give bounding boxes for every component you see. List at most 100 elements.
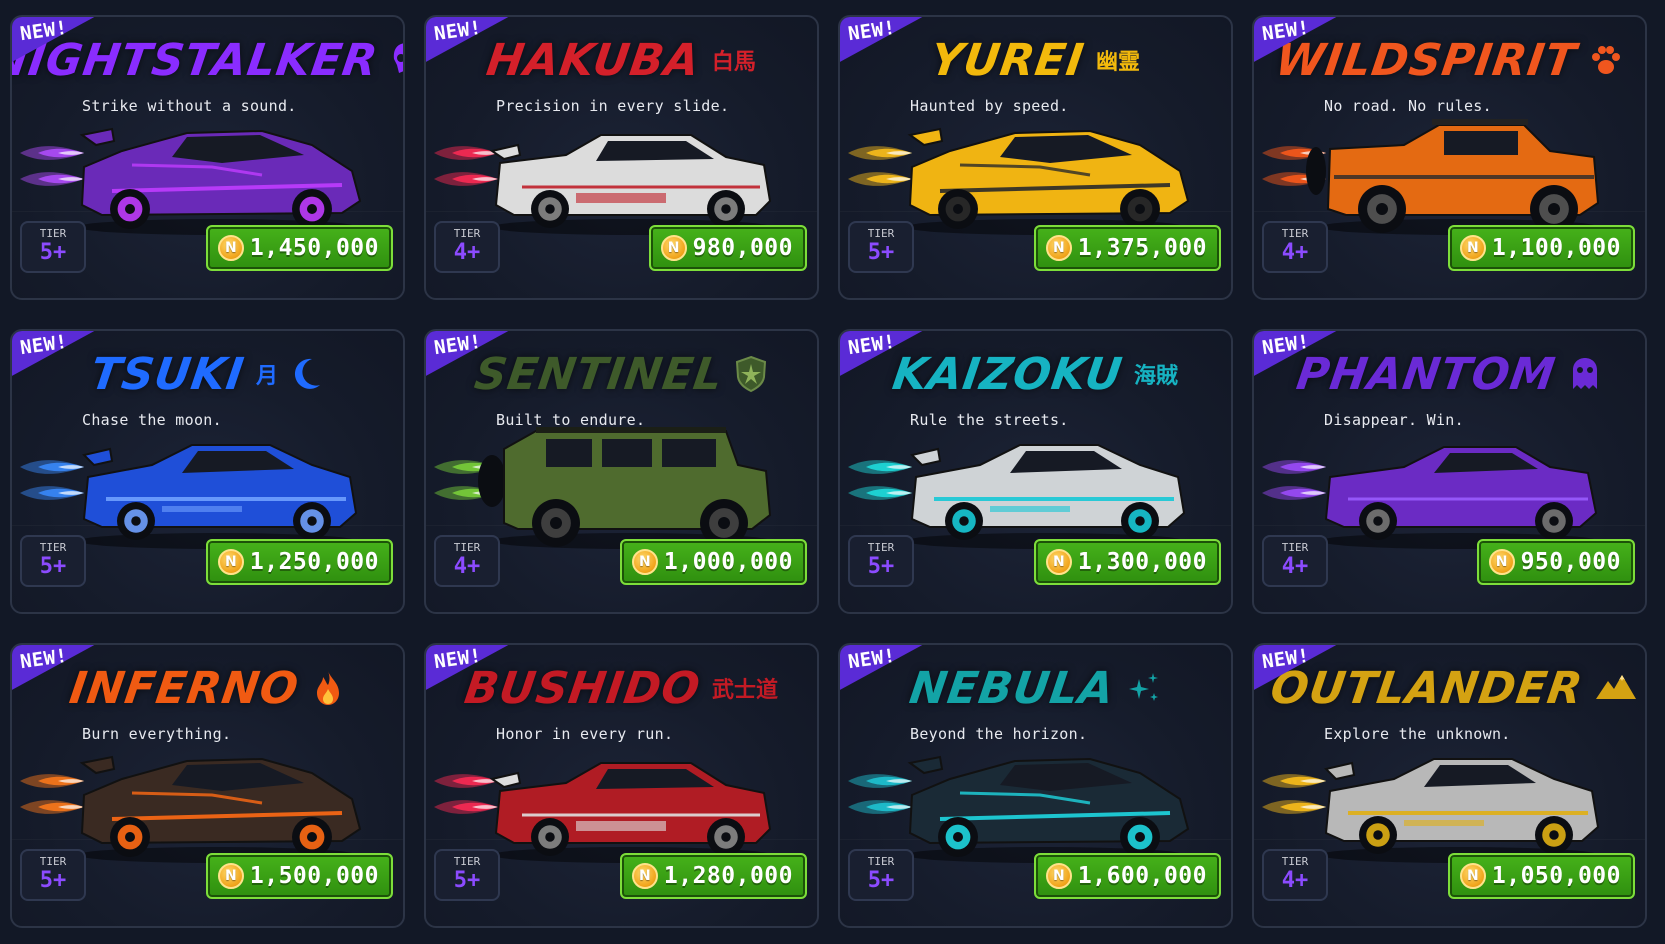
tier-label: TIER	[39, 541, 67, 554]
tier-value: 5+	[39, 240, 67, 265]
car-tagline: Precision in every slide.	[496, 97, 730, 115]
coin-icon: N	[660, 235, 687, 261]
tier-value: 4+	[453, 554, 481, 579]
car-tagline: Burn everything.	[82, 725, 232, 743]
coin-icon: N	[217, 549, 244, 575]
buy-price-button[interactable]: N 1,600,000	[1033, 853, 1221, 899]
car-card-nebula[interactable]: NEW! NEBULA Beyond the horizon. TIER 5+ …	[838, 643, 1233, 928]
coin-icon: N	[631, 863, 658, 889]
car-card-phantom[interactable]: NEW! PHANTOM Disappear. Win. TIER 4+ N 9…	[1252, 329, 1647, 614]
car-name: WILDSPIRIT	[1272, 34, 1581, 86]
car-kanji: 幽霊	[1095, 50, 1140, 75]
car-name: KAIZOKU	[889, 348, 1126, 400]
tier-box: TIER 4+	[1262, 535, 1328, 587]
coin-icon: N	[631, 549, 658, 575]
car-card-wildspirit[interactable]: NEW! WILDSPIRIT No road. No rules. TIER …	[1252, 15, 1647, 300]
coin-icon: N	[217, 235, 244, 261]
car-title-row: NEBULA	[840, 661, 1231, 715]
tier-value: 4+	[1281, 868, 1309, 893]
car-name: OUTLANDER	[1267, 662, 1586, 714]
price-value: 1,500,000	[249, 863, 379, 889]
car-card-yurei[interactable]: NEW! YUREI 幽霊 Haunted by speed. TIER 5+ …	[838, 15, 1233, 300]
tier-label: TIER	[453, 855, 481, 868]
car-title-row: HAKUBA 白馬	[426, 33, 817, 87]
tier-box: TIER 4+	[1262, 221, 1328, 273]
coin-icon: N	[1459, 235, 1486, 261]
coin-icon: N	[217, 863, 244, 889]
tier-box: TIER 5+	[848, 535, 914, 587]
tier-box: TIER 4+	[1262, 849, 1328, 901]
buy-price-button[interactable]: N 980,000	[648, 225, 807, 271]
buy-price-button[interactable]: N 1,100,000	[1447, 225, 1635, 271]
tier-box: TIER 5+	[848, 221, 914, 273]
moon-icon	[290, 355, 324, 393]
coin-icon: N	[1045, 549, 1072, 575]
car-name: HAKUBA	[483, 34, 704, 86]
price-value: 1,280,000	[663, 863, 793, 889]
buy-price-button[interactable]: N 1,000,000	[619, 539, 807, 585]
car-card-sentinel[interactable]: NEW! SENTINEL Built to endure. TIER 4+ N…	[424, 329, 819, 614]
buy-price-button[interactable]: N 1,500,000	[205, 853, 393, 899]
car-kanji: 白馬	[711, 50, 756, 75]
car-kanji: 海賊	[1134, 364, 1179, 389]
car-name: NIGHTSTALKER	[10, 34, 382, 86]
car-title-row: OUTLANDER	[1254, 661, 1645, 715]
mountain-icon	[1594, 669, 1637, 707]
car-title-row: NIGHTSTALKER	[12, 33, 403, 87]
car-title-row: WILDSPIRIT	[1254, 33, 1645, 87]
car-card-nightstalker[interactable]: NEW! NIGHTSTALKER Strike without a sound…	[10, 15, 405, 300]
price-value: 1,100,000	[1491, 235, 1621, 261]
car-name: TSUKI	[87, 348, 248, 400]
tier-label: TIER	[1281, 541, 1309, 554]
car-card-hakuba[interactable]: NEW! HAKUBA 白馬 Precision in every slide.…	[424, 15, 819, 300]
car-title-row: PHANTOM	[1254, 347, 1645, 401]
tier-box: TIER 4+	[434, 221, 500, 273]
tier-value: 5+	[867, 554, 895, 579]
coin-icon: N	[1045, 235, 1072, 261]
car-title-row: YUREI 幽霊	[840, 33, 1231, 87]
tier-value: 4+	[1281, 554, 1309, 579]
buy-price-button[interactable]: N 1,250,000	[205, 539, 393, 585]
car-tagline: Strike without a sound.	[82, 97, 297, 115]
car-tagline: Haunted by speed.	[910, 97, 1069, 115]
car-tagline: Disappear. Win.	[1324, 411, 1464, 429]
buy-price-button[interactable]: N 1,300,000	[1033, 539, 1221, 585]
tier-value: 4+	[1281, 240, 1309, 265]
car-card-inferno[interactable]: NEW! INFERNO Burn everything. TIER 5+ N …	[10, 643, 405, 928]
car-card-bushido[interactable]: NEW! BUSHIDO 武士道 Honor in every run. TIE…	[424, 643, 819, 928]
car-tagline: No road. No rules.	[1324, 97, 1492, 115]
tier-value: 5+	[867, 868, 895, 893]
shield-icon	[734, 355, 768, 393]
buy-price-button[interactable]: N 1,450,000	[205, 225, 393, 271]
tier-label: TIER	[1281, 855, 1309, 868]
tier-label: TIER	[453, 227, 481, 240]
car-card-kaizoku[interactable]: NEW! KAIZOKU 海賊 Rule the streets. TIER 5…	[838, 329, 1233, 614]
paw-icon	[1589, 41, 1623, 79]
car-card-tsuki[interactable]: NEW! TSUKI 月 Chase the moon. TIER 5+ N 1…	[10, 329, 405, 614]
tier-value: 4+	[453, 240, 481, 265]
tier-box: TIER 5+	[848, 849, 914, 901]
buy-price-button[interactable]: N 1,280,000	[619, 853, 807, 899]
coin-icon: N	[1459, 863, 1486, 889]
tier-label: TIER	[867, 227, 895, 240]
buy-price-button[interactable]: N 950,000	[1476, 539, 1635, 585]
car-kanji: 武士道	[712, 678, 779, 703]
car-title-row: SENTINEL	[426, 347, 817, 401]
buy-price-button[interactable]: N 1,050,000	[1447, 853, 1635, 899]
car-card-outlander[interactable]: NEW! OUTLANDER Explore the unknown. TIER…	[1252, 643, 1647, 928]
price-value: 1,000,000	[663, 549, 793, 575]
car-title-row: INFERNO	[12, 661, 403, 715]
tier-label: TIER	[453, 541, 481, 554]
car-name: INFERNO	[66, 662, 303, 714]
car-tagline: Beyond the horizon.	[910, 725, 1088, 743]
car-name: PHANTOM	[1293, 348, 1560, 400]
tier-value: 5+	[39, 554, 67, 579]
car-tagline: Explore the unknown.	[1324, 725, 1511, 743]
buy-price-button[interactable]: N 1,375,000	[1033, 225, 1221, 271]
price-value: 1,600,000	[1077, 863, 1207, 889]
car-tagline: Honor in every run.	[496, 725, 674, 743]
price-value: 980,000	[692, 235, 793, 261]
car-name: BUSHIDO	[461, 662, 704, 714]
car-name: SENTINEL	[470, 348, 727, 400]
car-name: YUREI	[927, 34, 1088, 86]
